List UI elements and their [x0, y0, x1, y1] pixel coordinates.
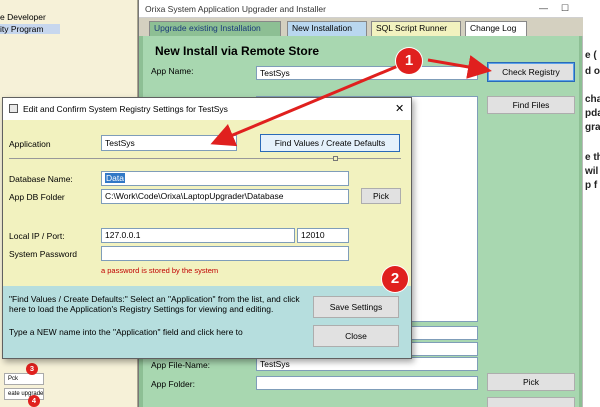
annotation-arrows — [210, 55, 492, 147]
arrow-to-check-registry — [427, 55, 492, 79]
annotation-badge-2: 2 — [382, 266, 408, 292]
annotation-badge-1: 1 — [396, 48, 422, 74]
arrow-to-application-select — [210, 64, 399, 147]
